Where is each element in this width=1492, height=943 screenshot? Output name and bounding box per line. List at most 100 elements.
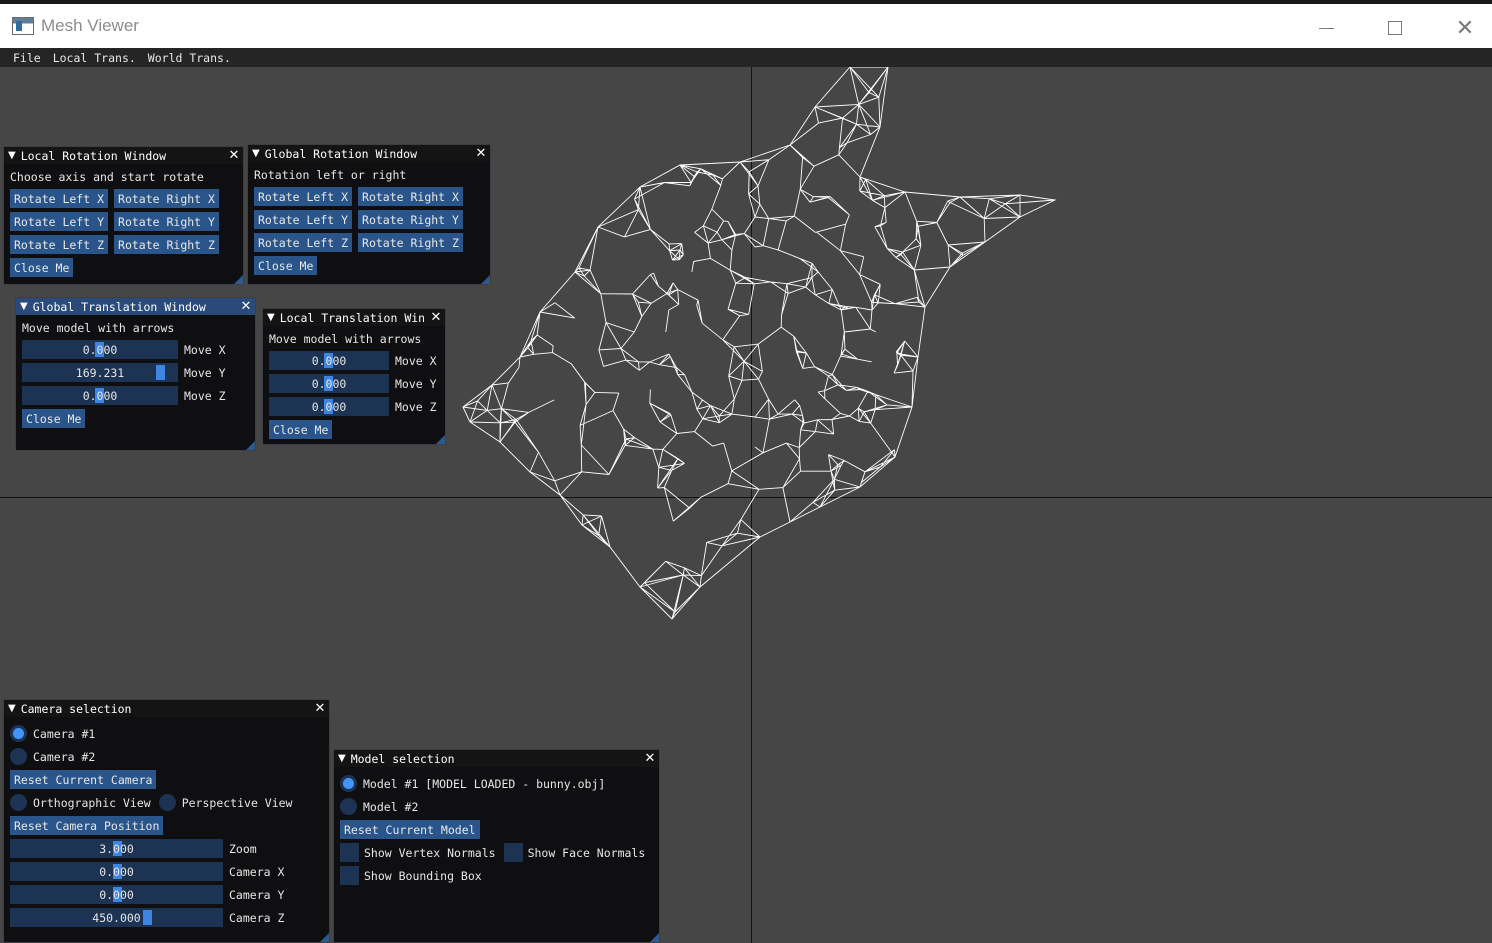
slider-label: Zoom xyxy=(229,841,257,856)
resize-grip[interactable] xyxy=(436,435,445,444)
close-icon[interactable]: ✕ xyxy=(240,298,252,315)
rotate-right-y-button[interactable]: Rotate Right Y xyxy=(358,210,463,229)
reset-current-model-button[interactable]: Reset Current Model xyxy=(340,820,480,839)
close-me-button[interactable]: Close Me xyxy=(269,420,333,439)
global-translation-titlebar[interactable]: ▼ Global Translation Window ✕ xyxy=(16,298,255,315)
move-y-slider[interactable]: 0.000 xyxy=(269,374,389,393)
show-vertex-normals-checkbox[interactable] xyxy=(340,843,359,862)
zoom-slider[interactable]: 3.000 xyxy=(10,839,223,858)
close-icon[interactable]: ✕ xyxy=(228,147,240,164)
resize-grip[interactable] xyxy=(481,275,490,284)
slider-value: 0.000 xyxy=(82,388,118,403)
rotate-right-x-button[interactable]: Rotate Right X xyxy=(114,189,219,208)
rotate-right-y-button[interactable]: Rotate Right Y xyxy=(114,212,219,231)
show-face-normals-label: Show Face Normals xyxy=(527,845,646,860)
slider-label: Camera X xyxy=(229,864,285,879)
move-x-slider[interactable]: 0.000 xyxy=(269,351,389,370)
collapse-arrow-icon[interactable]: ▼ xyxy=(20,301,28,312)
reset-camera-position-button[interactable]: Reset Camera Position xyxy=(10,816,164,835)
collapse-arrow-icon[interactable]: ▼ xyxy=(252,148,260,159)
resize-grip[interactable] xyxy=(234,275,243,284)
move-x-slider[interactable]: 0.000 xyxy=(22,340,178,359)
camera-x-slider[interactable]: 0.000 xyxy=(10,862,223,881)
local-rotation-window[interactable]: ▼ Local Rotation Window ✕ Choose axis an… xyxy=(3,146,244,285)
model-selection-window[interactable]: ▼ Model selection ✕ Model #1 [MODEL LOAD… xyxy=(333,749,660,943)
rotate-left-y-button[interactable]: Rotate Left Y xyxy=(254,210,353,229)
slider-value: 0.000 xyxy=(99,887,134,902)
collapse-arrow-icon[interactable]: ▼ xyxy=(338,753,346,764)
rotate-left-z-button[interactable]: Rotate Left Z xyxy=(254,233,353,252)
minimize-button[interactable] xyxy=(1303,8,1349,48)
camera-1-radio[interactable] xyxy=(10,725,27,742)
model-selection-titlebar[interactable]: ▼ Model selection ✕ xyxy=(334,750,659,767)
resize-grip[interactable] xyxy=(650,933,659,942)
camera-z-slider[interactable]: 450.000 xyxy=(10,908,223,927)
global-rotation-window[interactable]: ▼ Global Rotation Window ✕ Rotation left… xyxy=(247,144,491,285)
rotate-right-x-button[interactable]: Rotate Right X xyxy=(358,187,463,206)
rotate-left-x-button[interactable]: Rotate Left X xyxy=(10,189,109,208)
slider-value: 0.000 xyxy=(311,399,347,414)
orthographic-view-radio[interactable] xyxy=(10,794,27,811)
maximize-icon xyxy=(1388,21,1402,35)
app-icon xyxy=(12,17,34,35)
maximize-button[interactable] xyxy=(1372,8,1418,48)
close-icon[interactable]: ✕ xyxy=(644,750,656,767)
close-me-button[interactable]: Close Me xyxy=(22,409,86,428)
camera-2-radio[interactable] xyxy=(10,748,27,765)
global-rotation-hint: Rotation left or right xyxy=(254,168,407,182)
slider-grab[interactable] xyxy=(156,365,165,380)
menu-local-trans[interactable]: Local Trans. xyxy=(47,51,142,65)
rotate-left-z-button[interactable]: Rotate Left Z xyxy=(10,235,109,254)
global-rotation-titlebar[interactable]: ▼ Global Rotation Window ✕ xyxy=(248,145,490,162)
camera-2-label: Camera #2 xyxy=(33,749,96,764)
resize-grip[interactable] xyxy=(246,441,255,450)
collapse-arrow-icon[interactable]: ▼ xyxy=(8,150,16,161)
model-1-radio[interactable] xyxy=(340,775,357,792)
menu-world-trans[interactable]: World Trans. xyxy=(142,51,237,65)
local-rotation-titlebar[interactable]: ▼ Local Rotation Window ✕ xyxy=(4,147,243,164)
local-rotation-hint: Choose axis and start rotate xyxy=(10,170,204,184)
move-z-slider[interactable]: 0.000 xyxy=(22,386,178,405)
rotate-left-x-button[interactable]: Rotate Left X xyxy=(254,187,353,206)
resize-grip[interactable] xyxy=(320,933,329,942)
collapse-arrow-icon[interactable]: ▼ xyxy=(8,703,16,714)
slider-grab[interactable] xyxy=(143,910,152,925)
minimize-icon xyxy=(1318,27,1334,29)
close-me-button[interactable]: Close Me xyxy=(10,258,74,277)
perspective-view-label: Perspective View xyxy=(181,795,293,810)
slider-label: Camera Z xyxy=(229,910,285,925)
close-icon[interactable]: ✕ xyxy=(475,145,487,162)
perspective-view-radio[interactable] xyxy=(158,794,176,811)
slider-label: Move X xyxy=(395,353,437,368)
collapse-arrow-icon[interactable]: ▼ xyxy=(267,312,275,323)
rotate-right-z-button[interactable]: Rotate Right Z xyxy=(114,235,219,254)
close-me-button[interactable]: Close Me xyxy=(254,256,318,275)
show-face-normals-checkbox[interactable] xyxy=(503,843,523,862)
show-bounding-box-checkbox[interactable] xyxy=(340,866,359,885)
slider-value: 450.000 xyxy=(92,910,141,925)
close-window-button[interactable]: ✕ xyxy=(1442,8,1488,48)
camera-selection-window[interactable]: ▼ Camera selection ✕ Camera #1 Camera #2… xyxy=(3,699,330,943)
move-y-slider[interactable]: 169.231 xyxy=(22,363,178,382)
panel-title: Local Translation Win xyxy=(279,310,426,325)
rotate-left-y-button[interactable]: Rotate Left Y xyxy=(10,212,109,231)
camera-y-slider[interactable]: 0.000 xyxy=(10,885,223,904)
rotate-right-z-button[interactable]: Rotate Right Z xyxy=(358,233,463,252)
camera-selection-titlebar[interactable]: ▼ Camera selection ✕ xyxy=(4,700,329,717)
camera-1-label: Camera #1 xyxy=(33,726,96,741)
global-translation-hint: Move model with arrows xyxy=(22,321,175,335)
orthographic-view-label: Orthographic View xyxy=(33,795,151,810)
local-translation-titlebar[interactable]: ▼ Local Translation Win ✕ xyxy=(263,309,445,326)
model-2-label: Model #2 xyxy=(363,799,419,814)
close-icon[interactable]: ✕ xyxy=(430,309,442,326)
move-z-slider[interactable]: 0.000 xyxy=(269,397,389,416)
mesh-edges xyxy=(462,67,1057,620)
local-translation-window[interactable]: ▼ Local Translation Win ✕ Move model wit… xyxy=(262,308,446,445)
reset-current-camera-button[interactable]: Reset Current Camera xyxy=(10,770,157,789)
menu-file[interactable]: File xyxy=(7,51,47,65)
model-2-radio[interactable] xyxy=(340,798,357,815)
slider-label: Move Z xyxy=(395,399,437,414)
close-icon[interactable]: ✕ xyxy=(314,700,326,717)
slider-value: 0.000 xyxy=(82,342,118,357)
global-translation-window[interactable]: ▼ Global Translation Window ✕ Move model… xyxy=(15,297,256,451)
